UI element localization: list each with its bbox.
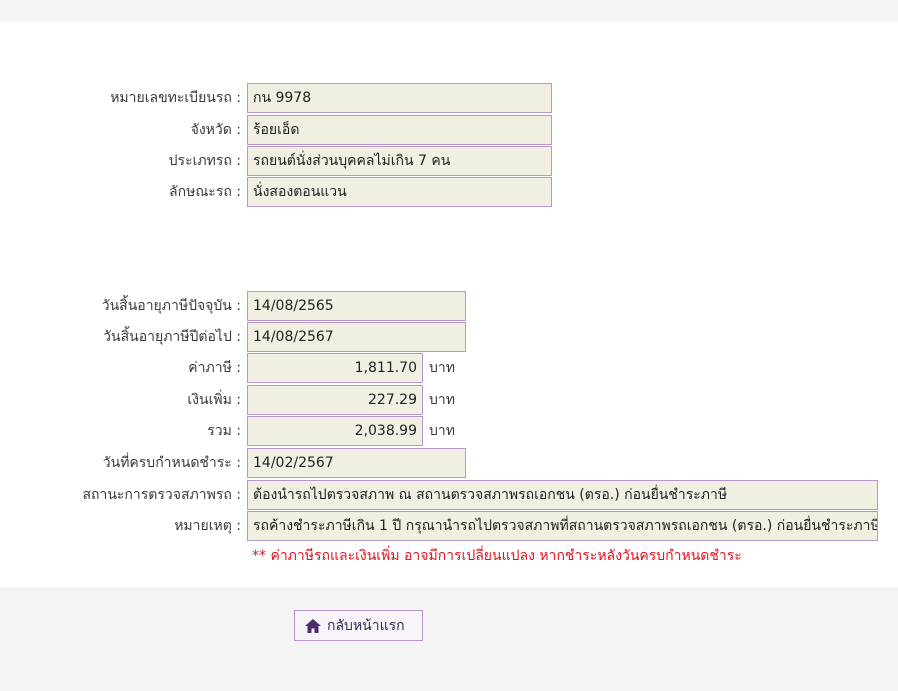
top-band: [0, 0, 898, 22]
row-province: จังหวัด : ร้อยเอ็ด: [0, 115, 560, 145]
row-remark: หมายเหตุ : รถค้างชำระภาษีเกิน 1 ปี กรุณา…: [0, 511, 898, 541]
row-tax-amount: ค่าภาษี : 1,811.70 บาท: [0, 353, 480, 383]
inspection-status-label: สถานะการตรวจสภาพรถ :: [82, 487, 241, 503]
surcharge-field: 227.29: [247, 385, 423, 415]
current-expiry-field: 14/08/2565: [247, 291, 466, 321]
row-plate: หมายเลขทะเบียนรถ : กน 9978: [0, 83, 560, 113]
surcharge-label: เงินเพิ่ม :: [187, 392, 241, 408]
vehicle-type-label: ประเภทรถ :: [168, 153, 241, 169]
current-expiry-label: วันสิ้นอายุภาษีปัจจุบัน :: [101, 298, 241, 314]
due-date-label: วันที่ครบกำหนดชำระ :: [102, 455, 241, 471]
next-expiry-field: 14/08/2567: [247, 322, 466, 352]
row-due-date: วันที่ครบกำหนดชำระ : 14/02/2567: [0, 448, 480, 478]
plate-field: กน 9978: [247, 83, 552, 113]
due-date-field: 14/02/2567: [247, 448, 466, 478]
vehicle-style-label: ลักษณะรถ :: [169, 184, 241, 200]
total-label: รวม :: [207, 423, 241, 439]
home-button[interactable]: กลับหน้าแรก: [294, 610, 423, 641]
surcharge-unit: บาท: [429, 392, 455, 408]
row-surcharge: เงินเพิ่ม : 227.29 บาท: [0, 385, 480, 415]
plate-label: หมายเลขทะเบียนรถ :: [110, 90, 241, 106]
remark-label: หมายเหตุ :: [174, 518, 241, 534]
total-unit: บาท: [429, 423, 455, 439]
home-button-label: กลับหน้าแรก: [327, 617, 405, 634]
warning-note: ** ค่าภาษีรถและเงินเพิ่ม อาจมีการเปลี่ยน…: [252, 548, 742, 564]
row-next-expiry: วันสิ้นอายุภาษีปีต่อไป : 14/08/2567: [0, 322, 480, 352]
tax-amount-field: 1,811.70: [247, 353, 423, 383]
inspection-status-field: ต้องนำรถไปตรวจสภาพ ณ สถานตรวจสภาพรถเอกชน…: [247, 480, 878, 510]
remark-field: รถค้างชำระภาษีเกิน 1 ปี กรุณานำรถไปตรวจส…: [247, 511, 878, 541]
province-field: ร้อยเอ็ด: [247, 115, 552, 145]
tax-amount-label: ค่าภาษี :: [188, 360, 241, 376]
row-total: รวม : 2,038.99 บาท: [0, 416, 480, 446]
row-inspection-status: สถานะการตรวจสภาพรถ : ต้องนำรถไปตรวจสภาพ …: [0, 480, 898, 510]
row-vehicle-type: ประเภทรถ : รถยนต์นั่งส่วนบุคคลไม่เกิน 7 …: [0, 146, 560, 176]
province-label: จังหวัด :: [190, 122, 241, 138]
next-expiry-label: วันสิ้นอายุภาษีปีต่อไป :: [103, 329, 241, 345]
home-icon: [305, 618, 321, 633]
row-vehicle-style: ลักษณะรถ : นั่งสองตอนแวน: [0, 177, 560, 207]
row-current-expiry: วันสิ้นอายุภาษีปัจจุบัน : 14/08/2565: [0, 291, 480, 321]
tax-amount-unit: บาท: [429, 360, 455, 376]
vehicle-style-field: นั่งสองตอนแวน: [247, 177, 552, 207]
vehicle-type-field: รถยนต์นั่งส่วนบุคคลไม่เกิน 7 คน: [247, 146, 552, 176]
total-field: 2,038.99: [247, 416, 423, 446]
